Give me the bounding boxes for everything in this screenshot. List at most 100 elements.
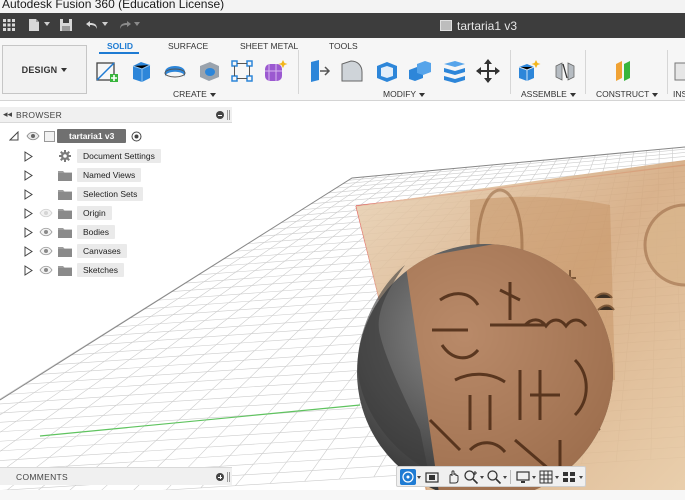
- pattern-icon[interactable]: [229, 58, 255, 84]
- revolve-icon[interactable]: [162, 58, 188, 84]
- expand-triangle-icon[interactable]: [24, 188, 33, 200]
- browser-item-label[interactable]: Selection Sets: [77, 187, 144, 201]
- grid-settings-icon[interactable]: [538, 469, 554, 485]
- split-body-icon[interactable]: [441, 58, 467, 84]
- group-divider: [510, 50, 511, 94]
- collapse-panel-icon[interactable]: ◂◂: [3, 109, 12, 120]
- move-copy-icon[interactable]: [475, 58, 501, 84]
- fit-icon[interactable]: [486, 469, 502, 485]
- tab-surface[interactable]: SURFACE: [168, 41, 208, 51]
- browser-item[interactable]: Canvases: [24, 243, 127, 259]
- orbit-caret-icon[interactable]: [417, 476, 421, 479]
- viewports-icon[interactable]: [561, 469, 577, 485]
- zoom-icon[interactable]: [463, 469, 479, 485]
- expand-triangle-icon[interactable]: [24, 226, 33, 238]
- chevron-down-icon: [419, 92, 426, 97]
- panel-grip-icon[interactable]: [227, 110, 230, 120]
- browser-item[interactable]: Document Settings: [24, 148, 161, 164]
- panel-grip-icon[interactable]: [227, 472, 230, 482]
- panel-toggle-icon[interactable]: [216, 111, 224, 119]
- display-settings-icon[interactable]: [515, 469, 531, 485]
- eye-icon[interactable]: [39, 227, 53, 237]
- component-icon: [44, 130, 55, 142]
- activate-radio-icon[interactable]: [131, 131, 142, 142]
- create-group-text: CREATE: [173, 89, 207, 99]
- document-tab[interactable]: tartaria1 v3: [440, 17, 517, 34]
- browser-item[interactable]: Selection Sets: [24, 186, 144, 202]
- joint-icon[interactable]: [552, 58, 578, 84]
- grid-line: [0, 172, 404, 473]
- redo-caret-icon[interactable]: [134, 22, 140, 26]
- tab-sheet-metal[interactable]: SHEET METAL: [240, 41, 298, 51]
- browser-item-label[interactable]: Named Views: [77, 168, 142, 182]
- assemble-group-text: ASSEMBLE: [521, 89, 567, 99]
- browser-item-label[interactable]: Sketches: [77, 263, 124, 277]
- look-at-icon[interactable]: [424, 469, 440, 485]
- expand-triangle-icon[interactable]: [24, 150, 33, 162]
- quick-access-bar: tartaria1 v3: [0, 13, 685, 38]
- eye-hidden-icon[interactable]: [39, 208, 53, 218]
- orbit-icon[interactable]: [400, 469, 416, 485]
- nav-divider: [510, 470, 511, 484]
- tab-tools[interactable]: TOOLS: [329, 41, 358, 51]
- folder-icon: [58, 209, 72, 219]
- data-panel-grid-icon[interactable]: [3, 17, 15, 33]
- insert-icon[interactable]: [673, 58, 685, 84]
- assemble-group-label[interactable]: ASSEMBLE: [521, 89, 576, 99]
- workspace-switcher-button[interactable]: DESIGN: [2, 45, 87, 94]
- offset-plane-icon[interactable]: [610, 58, 636, 84]
- comments-title: COMMENTS: [16, 472, 68, 482]
- insert-group-label[interactable]: INS: [673, 89, 685, 99]
- pan-icon[interactable]: [445, 469, 461, 485]
- file-menu-caret-icon[interactable]: [44, 22, 50, 26]
- tree-root[interactable]: tartaria1 v3: [9, 128, 142, 144]
- grid-caret-icon[interactable]: [555, 476, 559, 479]
- expand-triangle-icon[interactable]: [24, 245, 33, 257]
- undo-icon[interactable]: [86, 17, 99, 33]
- shell-icon[interactable]: [374, 58, 400, 84]
- extrude-icon[interactable]: [128, 58, 154, 84]
- create-sketch-icon[interactable]: [95, 58, 121, 84]
- browser-item[interactable]: Sketches: [24, 262, 124, 278]
- document-tab-label: tartaria1 v3: [457, 18, 518, 33]
- fit-caret-icon[interactable]: [503, 476, 507, 479]
- tab-solid[interactable]: SOLID: [107, 41, 133, 51]
- eye-icon[interactable]: [26, 131, 40, 141]
- file-icon[interactable]: [28, 17, 40, 33]
- undo-caret-icon[interactable]: [102, 22, 108, 26]
- eye-icon[interactable]: [39, 265, 53, 275]
- chevron-down-icon: [209, 92, 216, 97]
- expand-triangle-icon[interactable]: [24, 264, 33, 276]
- browser-item[interactable]: Origin: [24, 205, 112, 221]
- viewports-caret-icon[interactable]: [579, 476, 583, 479]
- collapse-triangle-icon[interactable]: [9, 131, 19, 141]
- create-form-icon[interactable]: [262, 58, 288, 84]
- browser-item[interactable]: Bodies: [24, 224, 115, 240]
- fillet-icon[interactable]: [339, 58, 365, 84]
- expand-triangle-icon[interactable]: [24, 169, 33, 181]
- browser-item[interactable]: Named Views: [24, 167, 142, 183]
- expand-triangle-icon[interactable]: [24, 207, 33, 219]
- browser-panel-header: ◂◂ BROWSER: [0, 107, 232, 123]
- press-pull-icon[interactable]: [305, 58, 331, 84]
- save-icon[interactable]: [60, 17, 72, 33]
- root-component-label[interactable]: tartaria1 v3: [57, 129, 127, 143]
- folder-icon: [58, 190, 72, 200]
- browser-item-label[interactable]: Canvases: [77, 244, 127, 258]
- workspace-label: DESIGN: [21, 64, 58, 75]
- eye-icon[interactable]: [39, 246, 53, 256]
- display-caret-icon[interactable]: [532, 476, 536, 479]
- browser-item-label[interactable]: Bodies: [77, 225, 115, 239]
- new-component-icon[interactable]: [516, 58, 542, 84]
- add-comment-icon[interactable]: [216, 473, 224, 481]
- zoom-caret-icon[interactable]: [480, 476, 484, 479]
- folder-icon: [58, 247, 72, 257]
- modify-group-label[interactable]: MODIFY: [383, 89, 426, 99]
- construct-group-label[interactable]: CONSTRUCT: [596, 89, 659, 99]
- combine-icon[interactable]: [407, 58, 433, 84]
- browser-item-label[interactable]: Origin: [77, 206, 112, 220]
- hole-icon[interactable]: [196, 58, 222, 84]
- create-group-label[interactable]: CREATE: [173, 89, 216, 99]
- browser-item-label[interactable]: Document Settings: [77, 149, 161, 163]
- redo-icon[interactable]: [118, 17, 131, 33]
